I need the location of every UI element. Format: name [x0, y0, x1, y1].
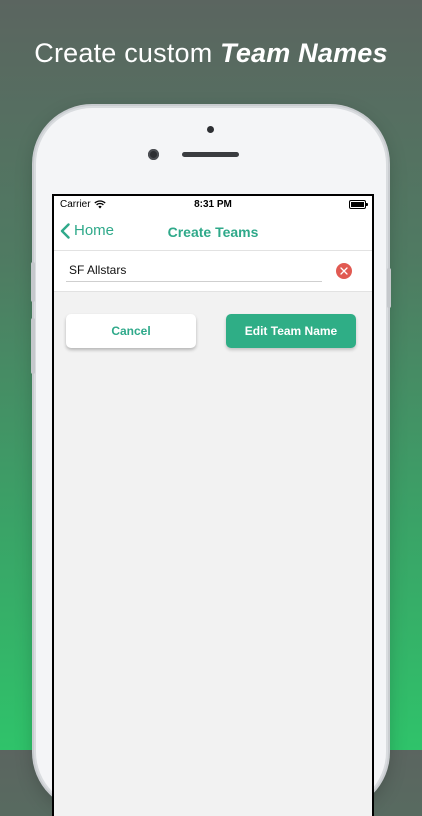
- side-button: [387, 268, 391, 308]
- headline-emphasis: Team Names: [220, 38, 388, 68]
- headline-prefix: Create custom: [34, 38, 213, 68]
- sensor-dot: [207, 126, 214, 133]
- battery-icon: [349, 200, 368, 209]
- navigation-bar: Home Create Teams: [54, 214, 372, 251]
- clear-button[interactable]: [336, 263, 352, 279]
- page-title: Create Teams: [167, 224, 259, 240]
- phone-frame: Carrier 8:31 PM Home Create Teams SF All…: [31, 108, 391, 816]
- team-name-input[interactable]: [66, 259, 322, 282]
- side-button: [31, 262, 35, 302]
- close-icon: [340, 267, 348, 275]
- status-bar: Carrier 8:31 PM: [54, 196, 372, 214]
- app-screen: Carrier 8:31 PM Home Create Teams SF All…: [52, 194, 374, 816]
- team-name-row: [54, 251, 372, 292]
- promo-headline: Create custom Team Names: [0, 38, 422, 69]
- edit-team-name-button[interactable]: Edit Team Name: [226, 314, 356, 348]
- earpiece-speaker: [182, 152, 239, 157]
- side-button: [31, 318, 35, 374]
- cancel-button[interactable]: Cancel: [66, 314, 196, 348]
- status-time: 8:31 PM: [194, 199, 232, 210]
- front-camera: [148, 149, 159, 160]
